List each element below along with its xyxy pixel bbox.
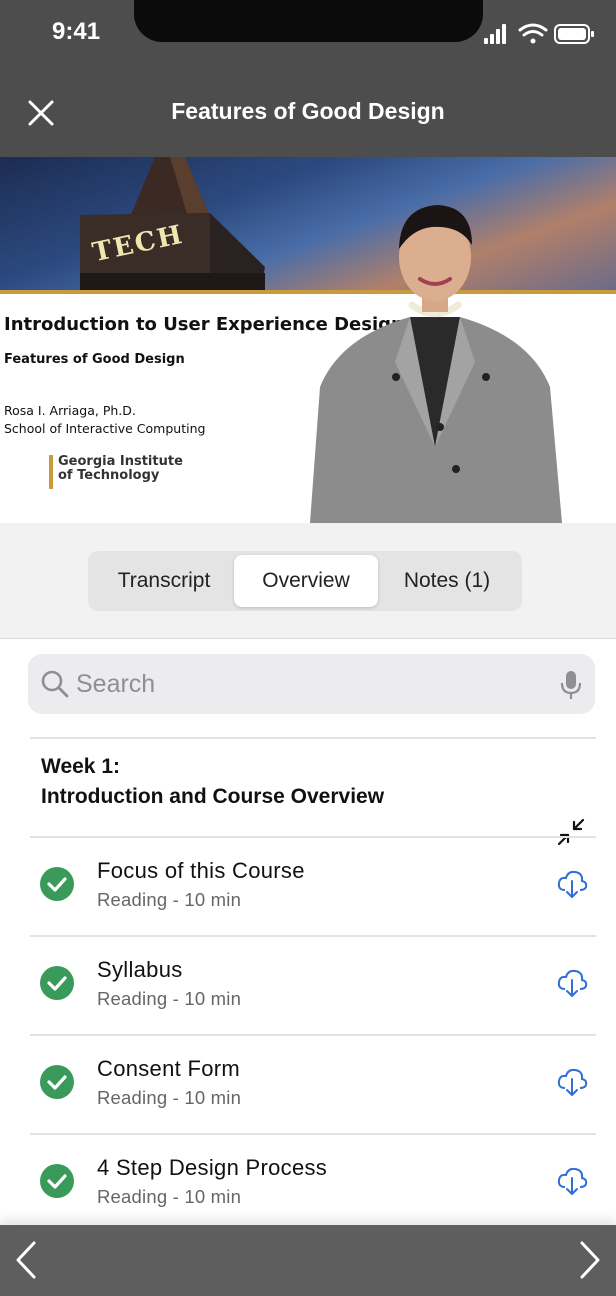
week-label: Week 1:	[41, 755, 120, 778]
presenter-image	[310, 205, 562, 523]
item-subtitle: Reading - 10 min	[97, 1186, 242, 1207]
microphone-icon[interactable]	[558, 669, 584, 701]
divider	[30, 737, 596, 739]
completed-check-icon	[40, 1065, 74, 1099]
signal-icon	[484, 24, 506, 44]
item-title: Consent Form	[97, 1056, 240, 1081]
status-icons	[484, 23, 594, 44]
tab-overview[interactable]: Overview	[234, 555, 378, 607]
item-title: Focus of this Course	[97, 858, 305, 883]
item-title: Syllabus	[97, 957, 183, 982]
georgia-tech-logo: Georgia Institute of Technology	[46, 453, 206, 491]
completed-check-icon	[40, 966, 74, 1000]
logo-text: Georgia Institute of Technology	[58, 454, 183, 483]
list-item[interactable]: Syllabus Reading - 10 min	[30, 937, 596, 1036]
item-subtitle: Reading - 10 min	[97, 1087, 242, 1108]
download-icon[interactable]	[556, 967, 588, 999]
device-notch	[134, 0, 483, 42]
top-bar: 9:41 Features of Good Design	[0, 0, 616, 157]
search-input[interactable]	[76, 654, 546, 714]
chevron-right-icon[interactable]	[574, 1239, 606, 1281]
battery-icon	[554, 24, 594, 44]
item-title: 4 Step Design Process	[97, 1155, 328, 1180]
tab-notes[interactable]: Notes (1)	[378, 555, 516, 607]
list-item[interactable]: Consent Form Reading - 10 min	[30, 1036, 596, 1135]
download-icon[interactable]	[556, 1165, 588, 1197]
wifi-icon	[518, 23, 548, 44]
download-icon[interactable]	[556, 868, 588, 900]
list-item[interactable]: Focus of this Course Reading - 10 min	[30, 838, 596, 937]
segmented-control: Transcript Overview Notes (1)	[88, 551, 522, 611]
item-subtitle: Reading - 10 min	[97, 988, 242, 1009]
completed-check-icon	[40, 1164, 74, 1198]
search-bar	[28, 654, 595, 714]
slide-author-school: School of Interactive Computing	[4, 421, 206, 436]
chevron-left-icon[interactable]	[10, 1239, 42, 1281]
week-title: Introduction and Course Overview	[41, 785, 385, 808]
week-header: Week 1: Introduction and Course Overview	[41, 752, 384, 812]
tab-bar: Transcript Overview Notes (1)	[0, 523, 616, 639]
download-icon[interactable]	[556, 1066, 588, 1098]
slide-lecture-title: Features of Good Design	[4, 352, 185, 367]
overview-content[interactable]: Week 1: Introduction and Course Overview…	[0, 639, 616, 1225]
list-item[interactable]: 4 Step Design Process Reading - 10 min	[30, 1135, 596, 1225]
slide-author-name: Rosa I. Arriaga, Ph.D.	[4, 403, 136, 418]
search-icon	[41, 670, 69, 698]
slide-author: Rosa I. Arriaga, Ph.D. School of Interac…	[4, 402, 205, 438]
bottom-nav-bar	[0, 1225, 616, 1296]
tab-transcript[interactable]: Transcript	[94, 555, 234, 607]
status-time: 9:41	[52, 18, 101, 45]
logo-mark-icon	[49, 455, 53, 489]
item-subtitle: Reading - 10 min	[97, 889, 242, 910]
page-title: Features of Good Design	[171, 98, 445, 124]
video-player[interactable]: TECH Introduction to User Experience Des…	[0, 157, 616, 523]
completed-check-icon	[40, 867, 74, 901]
